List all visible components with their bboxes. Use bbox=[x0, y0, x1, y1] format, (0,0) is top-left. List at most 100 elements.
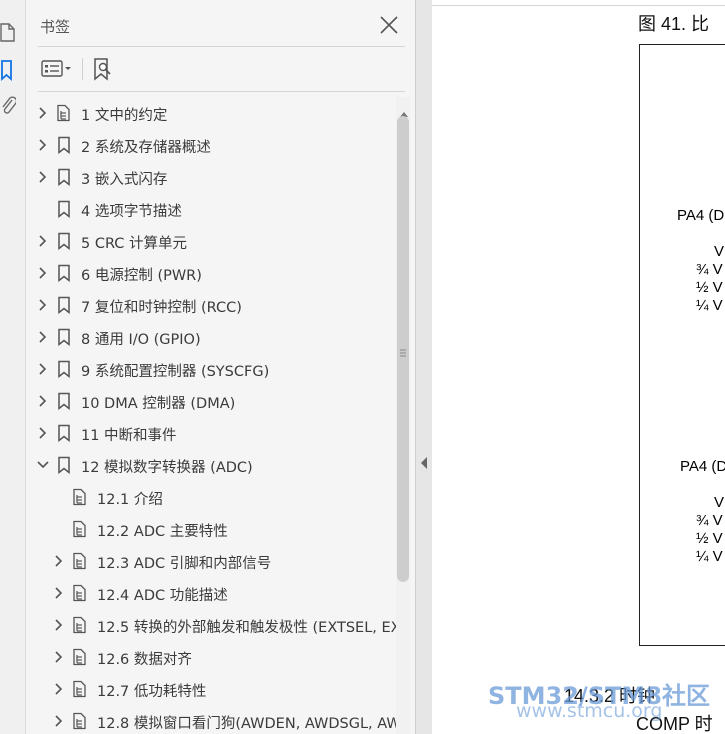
bookmark-label: 12.7 低功耗特性 bbox=[97, 684, 207, 700]
bookmark-row[interactable]: 9 系统配置控制器 (SYSCFG) bbox=[26, 353, 396, 385]
bookmark-icon bbox=[56, 200, 72, 219]
chevron-right-icon[interactable] bbox=[52, 585, 66, 601]
outline-icon bbox=[72, 648, 88, 666]
bookmark-tree: 1 文中的约定 2 系统及存储器概述 3 嵌入式闪存 4 选项字节描述 5 CRC 计算… bbox=[26, 97, 396, 734]
chevron-right-icon[interactable] bbox=[52, 681, 66, 697]
bookmark-row[interactable]: 2 系统及存储器概述 bbox=[26, 129, 396, 161]
document-view: 图 41. 比 PA4 (D V ¾ V ½ V ¼ V PA4 (D V ¾ … bbox=[432, 0, 725, 734]
chevron-right-icon[interactable] bbox=[36, 425, 50, 441]
bookmark-row[interactable]: 12.5 转换的外部触发和触发极性 (EXTSEL, EXT bbox=[26, 609, 396, 641]
chevron-right-icon[interactable] bbox=[52, 649, 66, 665]
bookmark-row[interactable]: 12.4 ADC 功能描述 bbox=[26, 577, 396, 609]
chevron-right-icon[interactable] bbox=[36, 329, 50, 345]
panel-title: 书签 bbox=[40, 18, 71, 36]
figure-label: V bbox=[714, 494, 725, 511]
collapse-left-icon bbox=[421, 457, 427, 469]
chevron-right-icon[interactable] bbox=[52, 553, 66, 569]
page-top-border bbox=[432, 5, 725, 6]
figure-label: PA4 (D bbox=[677, 207, 725, 224]
bookmarks-panel-icon[interactable] bbox=[0, 58, 16, 82]
outline-icon bbox=[72, 520, 88, 538]
outline-icon bbox=[72, 712, 88, 730]
bookmark-icon bbox=[56, 232, 72, 251]
outline-icon bbox=[72, 680, 88, 698]
figure-label: V bbox=[714, 243, 725, 260]
bookmark-row[interactable]: 12 模拟数字转换器 (ADC) bbox=[26, 449, 396, 481]
bookmark-label: 12.8 模拟窗口看门狗(AWDEN, AWDSGL, AWD bbox=[97, 716, 396, 732]
bookmark-label: 11 中断和事件 bbox=[81, 428, 177, 444]
figure-label: ¼ V bbox=[696, 548, 723, 565]
chevron-right-icon[interactable] bbox=[36, 233, 50, 249]
bookmark-label: 12.3 ADC 引脚和内部信号 bbox=[97, 556, 272, 572]
watermark-url: www.stmcu.org bbox=[516, 700, 663, 722]
bookmark-row[interactable]: 12.7 低功耗特性 bbox=[26, 673, 396, 705]
bookmark-row[interactable]: 5 CRC 计算单元 bbox=[26, 225, 396, 257]
close-icon bbox=[380, 16, 398, 34]
chevron-right-icon[interactable] bbox=[36, 137, 50, 153]
chevron-right-icon[interactable] bbox=[52, 713, 66, 729]
page-thumbnails-icon[interactable] bbox=[0, 20, 16, 44]
outline-icon bbox=[56, 104, 72, 122]
chevron-right-icon[interactable] bbox=[36, 393, 50, 409]
figure-caption: 图 41. 比 bbox=[638, 14, 710, 34]
bookmark-row[interactable]: 12.6 数据对齐 bbox=[26, 641, 396, 673]
divider bbox=[38, 46, 405, 47]
bookmark-label: 4 选项字节描述 bbox=[81, 204, 182, 220]
bookmark-icon bbox=[56, 168, 72, 187]
chevron-right-icon[interactable] bbox=[36, 265, 50, 281]
bookmark-row[interactable]: 12.1 介绍 bbox=[26, 481, 396, 513]
divider bbox=[38, 91, 405, 92]
bookmark-row[interactable]: 11 中断和事件 bbox=[26, 417, 396, 449]
figure-label: ¼ V bbox=[696, 297, 723, 314]
chevron-right-icon[interactable] bbox=[52, 617, 66, 633]
scrollbar-grip-icon bbox=[400, 343, 406, 357]
bookmark-label: 7 复位和时钟控制 (RCC) bbox=[81, 300, 242, 316]
figure-label: ½ V bbox=[696, 279, 723, 296]
attachments-icon[interactable] bbox=[0, 94, 16, 118]
outline-icon bbox=[72, 616, 88, 634]
bookmark-row[interactable]: 4 选项字节描述 bbox=[26, 193, 396, 225]
bookmark-icon bbox=[56, 456, 72, 475]
figure-label: PA4 (D bbox=[680, 458, 725, 475]
bookmarks-panel: 书签 1 文中的约定 2 系统及存储器概述 3 嵌入式闪存 4 选项字节描述 5 CRC… bbox=[26, 0, 415, 734]
bookmark-row[interactable]: 12.2 ADC 主要特性 bbox=[26, 513, 396, 545]
bookmark-row[interactable]: 6 电源控制 (PWR) bbox=[26, 257, 396, 289]
bookmark-label: 8 通用 I/O (GPIO) bbox=[81, 332, 201, 348]
bookmark-label: 1 文中的约定 bbox=[81, 108, 168, 124]
toolbar-separator bbox=[82, 58, 83, 80]
bookmark-row[interactable]: 10 DMA 控制器 (DMA) bbox=[26, 385, 396, 417]
bookmark-icon bbox=[56, 136, 72, 155]
bookmark-icon bbox=[56, 296, 72, 315]
left-icon-rail bbox=[0, 0, 26, 734]
figure-label: ¾ V bbox=[696, 261, 723, 278]
bookmark-label: 3 嵌入式闪存 bbox=[81, 172, 168, 188]
outline-icon bbox=[72, 488, 88, 506]
chevron-right-icon[interactable] bbox=[36, 105, 50, 121]
bookmark-icon bbox=[56, 424, 72, 443]
bookmark-label: 12 模拟数字转换器 (ADC) bbox=[81, 460, 253, 476]
bookmark-label: 9 系统配置控制器 (SYSCFG) bbox=[81, 364, 270, 380]
bookmark-icon bbox=[56, 392, 72, 411]
bookmark-row[interactable]: 8 通用 I/O (GPIO) bbox=[26, 321, 396, 353]
chevron-right-icon[interactable] bbox=[36, 169, 50, 185]
bookmark-row[interactable]: 1 文中的约定 bbox=[26, 97, 396, 129]
bookmark-row[interactable]: 12.3 ADC 引脚和内部信号 bbox=[26, 545, 396, 577]
find-bookmark-button[interactable] bbox=[92, 56, 116, 82]
panel-splitter[interactable] bbox=[415, 0, 433, 734]
bookmark-label: 5 CRC 计算单元 bbox=[81, 236, 188, 252]
bookmark-search-icon bbox=[94, 58, 111, 81]
chevron-right-icon[interactable] bbox=[36, 361, 50, 377]
bookmark-label: 2 系统及存储器概述 bbox=[81, 140, 211, 156]
chevron-right-icon[interactable] bbox=[36, 297, 50, 313]
bookmark-row[interactable]: 7 复位和时钟控制 (RCC) bbox=[26, 289, 396, 321]
figure-label: ½ V bbox=[696, 530, 723, 547]
close-panel-button[interactable] bbox=[378, 14, 400, 36]
chevron-down-icon[interactable] bbox=[36, 457, 50, 473]
bookmark-icon bbox=[56, 328, 72, 347]
figure-label: ¾ V bbox=[696, 512, 723, 529]
bookmark-label: 12.1 介绍 bbox=[97, 492, 163, 508]
bookmark-row[interactable]: 12.8 模拟窗口看门狗(AWDEN, AWDSGL, AWD bbox=[26, 705, 396, 734]
bookmark-label: 10 DMA 控制器 (DMA) bbox=[81, 396, 236, 412]
bookmark-row[interactable]: 3 嵌入式闪存 bbox=[26, 161, 396, 193]
options-menu-button[interactable] bbox=[40, 56, 74, 82]
